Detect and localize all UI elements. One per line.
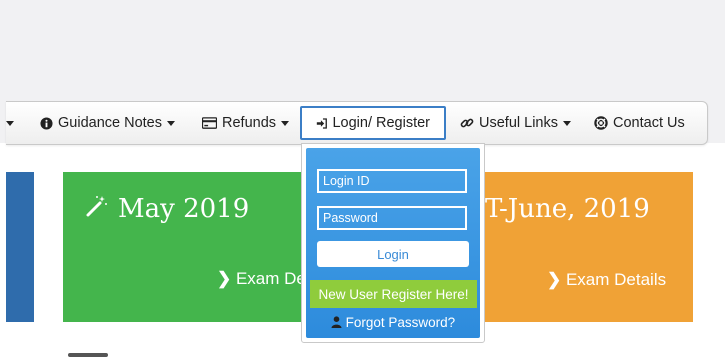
nav-login-register[interactable]: Login/ Register <box>300 106 446 140</box>
credit-card-icon <box>202 117 217 129</box>
nav-guidance-notes[interactable]: Guidance Notes <box>40 102 175 144</box>
login-dropdown: Login New User Register Here! Forgot Pas… <box>301 143 485 343</box>
card-title: T-June, 2019 <box>485 194 650 224</box>
chevron-down-icon <box>562 120 571 126</box>
link-label: Exam Details <box>565 270 667 289</box>
exam-details-link[interactable]: ❯ Exam De <box>217 269 306 289</box>
nav-label: Refunds <box>222 115 277 131</box>
nav-label: Useful Links <box>479 115 558 131</box>
nav-refunds[interactable]: Refunds <box>202 102 290 144</box>
nav-useful-links[interactable]: Useful Links <box>460 102 571 144</box>
nav-previous-caret[interactable] <box>6 102 14 144</box>
exam-card-june-2019: T-June, 2019 ❯ Exam Details <box>475 172 693 322</box>
exam-card-may-2019: May 2019 ❯ Exam De <box>63 172 315 322</box>
main-navbar: Guidance Notes Refunds Login/ Register U… <box>6 101 708 145</box>
forgot-label: Forgot Password? <box>345 315 456 330</box>
password-input[interactable] <box>317 206 467 230</box>
nav-label: Login/ Register <box>332 115 430 131</box>
card-left-partial <box>6 172 34 322</box>
link-icon <box>460 118 474 128</box>
nav-contact-us[interactable]: Contact Us <box>594 102 685 144</box>
register-button[interactable]: New User Register Here! <box>310 280 477 308</box>
life-ring-icon <box>594 116 608 130</box>
link-label: Exam De <box>235 269 306 288</box>
magic-wand-icon <box>86 196 107 217</box>
sign-in-icon <box>316 117 327 129</box>
login-panel: Login New User Register Here! Forgot Pas… <box>306 148 480 338</box>
user-icon <box>331 316 342 328</box>
login-id-input[interactable] <box>317 169 467 193</box>
chevron-right-icon: ❯ <box>547 270 566 289</box>
nav-label: Guidance Notes <box>58 115 162 131</box>
nav-label: Contact Us <box>613 115 685 131</box>
header-area <box>0 0 725 101</box>
chevron-right-icon: ❯ <box>217 269 236 288</box>
login-button[interactable]: Login <box>317 241 469 267</box>
forgot-password-link[interactable]: Forgot Password? <box>306 315 480 330</box>
exam-details-link[interactable]: ❯ Exam Details <box>547 270 666 290</box>
info-circle-icon <box>40 116 53 130</box>
chevron-down-icon <box>166 120 175 126</box>
section-heading-partial <box>68 345 108 359</box>
chevron-down-icon <box>281 120 290 126</box>
card-title: May 2019 <box>118 194 250 224</box>
